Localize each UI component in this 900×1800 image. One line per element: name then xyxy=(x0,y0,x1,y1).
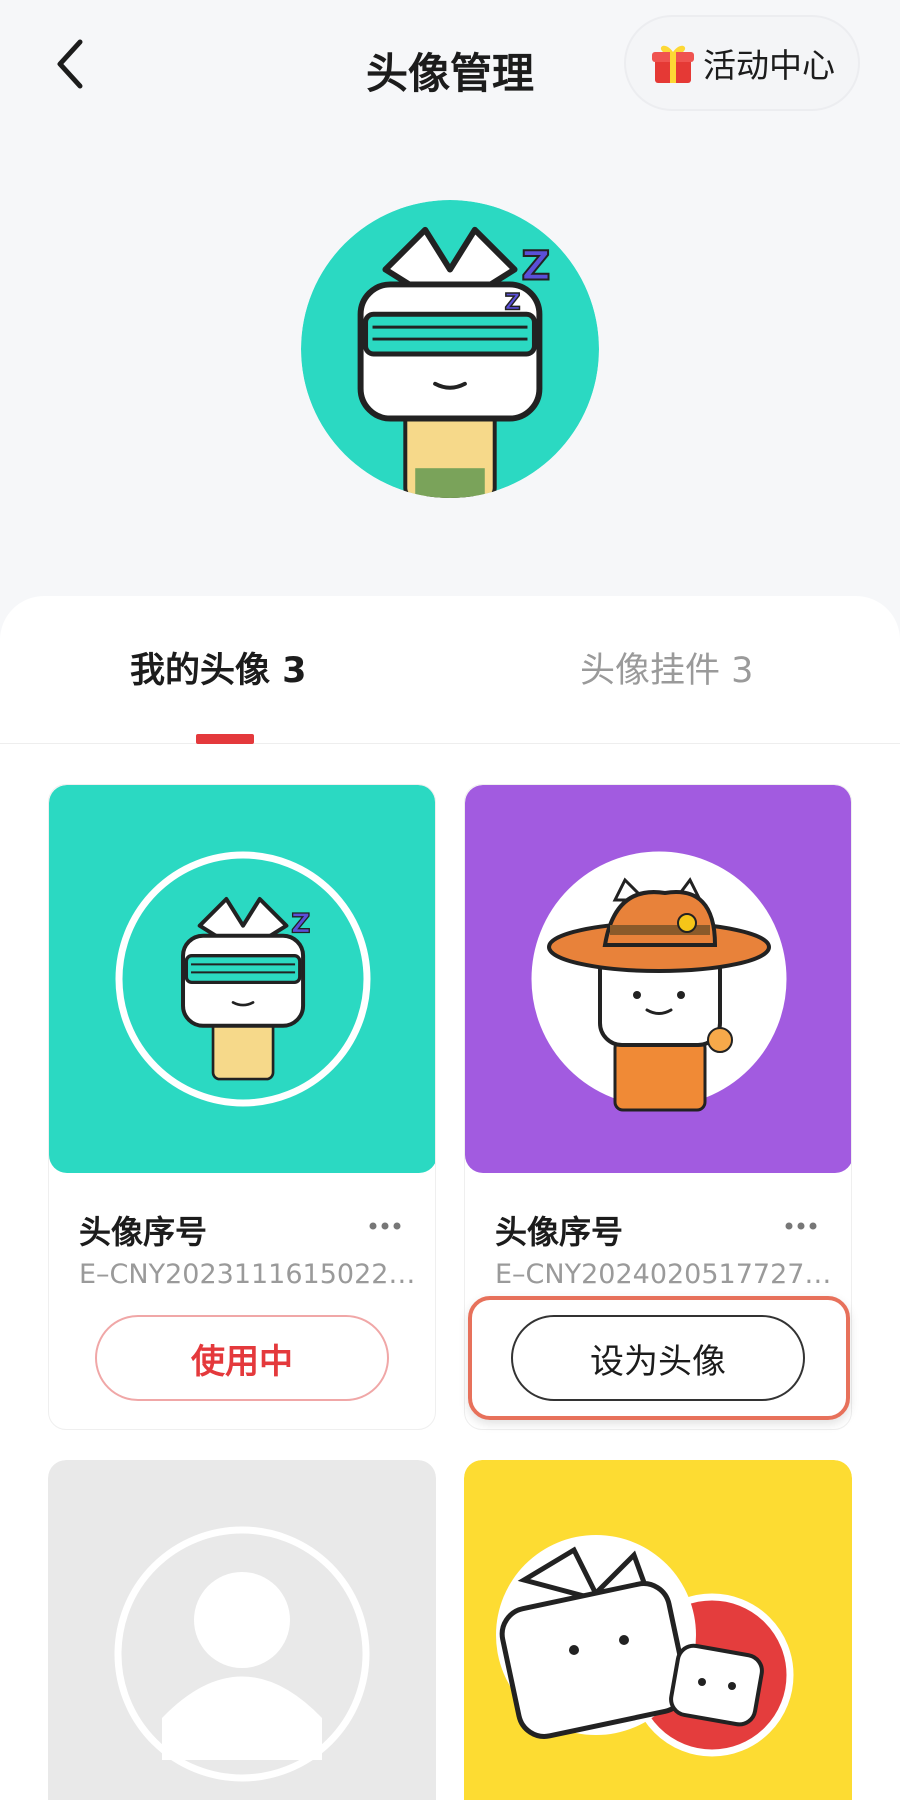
set-as-avatar-button[interactable]: 设为头像 xyxy=(511,1315,805,1401)
tab-bar: 我的头像 3 头像挂件 3 xyxy=(0,596,900,744)
svg-text:Z: Z xyxy=(505,290,521,315)
current-avatar: Z Z xyxy=(301,200,599,498)
activity-center-label: 活动中心 xyxy=(703,46,835,85)
avatar-card[interactable] xyxy=(48,1460,436,1800)
gift-icon xyxy=(652,45,694,83)
tab-active-indicator xyxy=(196,734,254,744)
avatar-serial-number: E–CNY202402051772778 xyxy=(495,1259,835,1290)
avatar-serial-label: 头像序号 xyxy=(495,1213,624,1251)
svg-text:Z: Z xyxy=(522,243,551,289)
avatar-illustration: Z Z xyxy=(301,200,599,498)
top-bar: 头像管理 活动中心 xyxy=(0,0,900,140)
in-use-button[interactable]: 使用中 xyxy=(95,1315,389,1401)
svg-text:Z: Z xyxy=(291,908,310,939)
avatar-card-image xyxy=(464,1460,852,1800)
avatar-card[interactable]: Z 头像序号 E–CNY2023111615022614 使用中 xyxy=(48,784,436,1430)
avatar-card[interactable] xyxy=(464,1460,852,1800)
avatar-serial-label: 头像序号 xyxy=(79,1213,208,1251)
avatar-card-image xyxy=(48,1460,436,1800)
activity-center-button[interactable]: 活动中心 xyxy=(624,15,860,111)
avatar-card-image xyxy=(465,785,851,1173)
avatar-card-image: Z xyxy=(49,785,435,1173)
avatar-serial-number: E–CNY2023111615022614 xyxy=(79,1259,419,1290)
more-options-icon[interactable] xyxy=(365,1211,405,1241)
more-options-icon[interactable] xyxy=(781,1211,821,1241)
avatar-card[interactable]: 头像序号 E–CNY202402051772778 设为头像 xyxy=(464,784,852,1430)
avatar-panel: 我的头像 3 头像挂件 3 Z 头像序号 E–CNY20231116150226… xyxy=(0,596,900,1800)
tab-avatar-pendants[interactable]: 头像挂件 3 xyxy=(580,642,753,693)
tab-my-avatars[interactable]: 我的头像 3 xyxy=(130,642,307,693)
